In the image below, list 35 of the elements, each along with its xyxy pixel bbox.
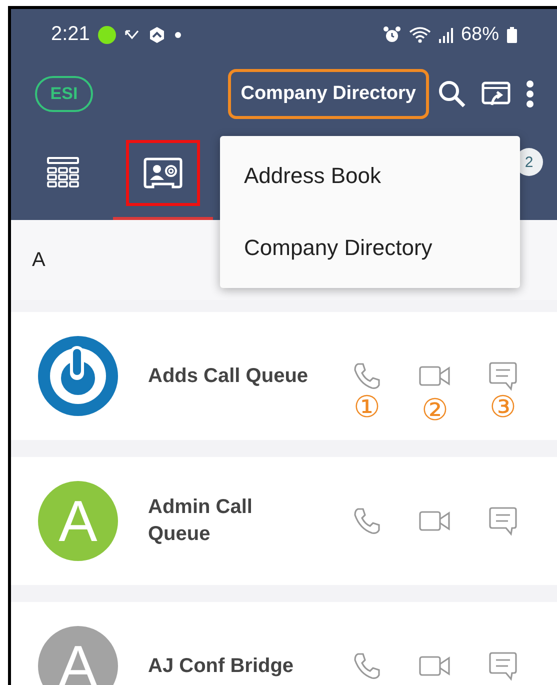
notification-dot-icon [98,26,116,44]
contact-row[interactable]: A Admin Call Queue [11,457,557,585]
app-notification-icon [148,26,166,44]
video-camera-icon[interactable] [419,509,451,533]
more-notifications-icon [174,30,182,38]
search-icon[interactable] [437,79,467,109]
dialpad-icon [47,156,79,188]
more-options-icon[interactable] [525,80,535,108]
menu-item[interactable]: Company Directory [220,212,520,284]
video-camera-icon[interactable] [419,654,451,678]
letter-avatar: A [38,481,118,561]
directory-dropdown[interactable]: Company Directory [228,69,429,119]
step-marker: ③ [490,393,516,423]
battery-icon [507,26,517,42]
phone-icon[interactable] [352,361,382,391]
step-marker: ① [354,393,380,423]
chat-icon[interactable] [488,506,518,536]
contact-card-icon [142,156,184,190]
contact-row[interactable]: Adds Call Queue ① ② ③ [11,312,557,440]
contact-name: Adds Call Queue [148,364,308,388]
chat-icon[interactable] [488,361,518,391]
step-marker: ② [422,396,448,426]
contact-name: Admin Call Queue [148,495,252,547]
contact-name: AJ Conf Bridge [148,654,294,678]
signal-icon [438,26,453,42]
battery-percentage: 68% [460,24,499,46]
chat-icon[interactable] [488,651,518,681]
phone-icon[interactable] [352,651,382,681]
missed-call-icon [124,28,140,42]
wifi-icon [408,26,431,44]
alarm-icon [382,26,401,44]
status-time: 2:21 [51,23,90,46]
section-letter: A [32,248,46,272]
video-camera-icon[interactable] [419,364,451,388]
phone-icon[interactable] [352,506,382,536]
